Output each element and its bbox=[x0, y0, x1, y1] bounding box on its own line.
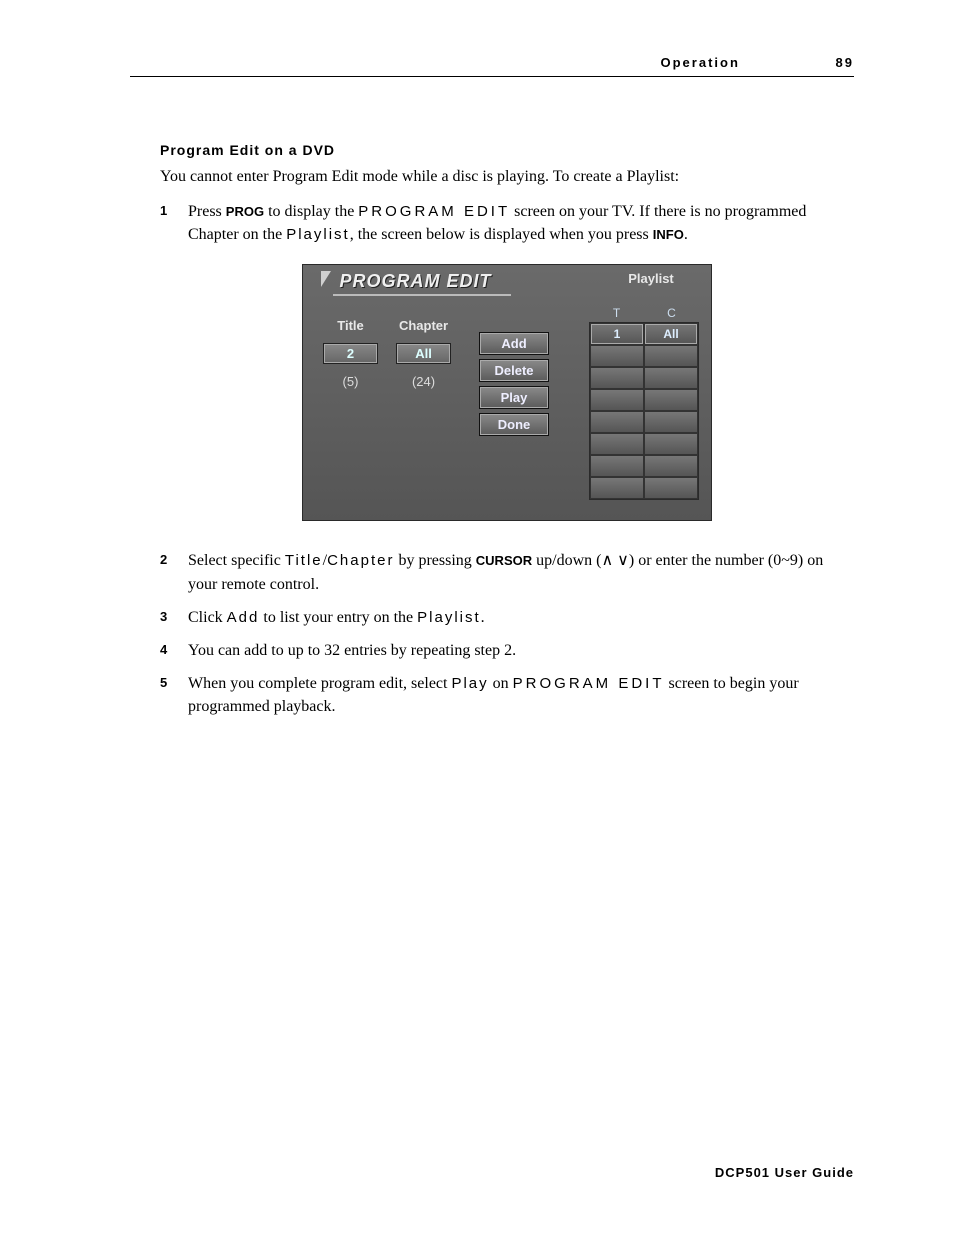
playlist-cell-c: All bbox=[644, 323, 698, 345]
key-prog: PROG bbox=[226, 204, 264, 219]
playlist-col-c: C bbox=[644, 304, 699, 322]
playlist-cell-t: 1 bbox=[590, 323, 644, 345]
steps-list-cont: 2 Select specific Title/Chapter by press… bbox=[160, 549, 854, 718]
playlist-row[interactable]: 1 All bbox=[590, 323, 698, 345]
step-body: You can add to up to 32 entries by repea… bbox=[188, 639, 854, 662]
title-column: Title 2 (5) bbox=[323, 318, 378, 500]
osd-program-edit: PROGRAM EDIT bbox=[358, 203, 510, 220]
osd-program-edit: PROGRAM EDIT bbox=[513, 675, 665, 692]
osd-add: Add bbox=[227, 609, 260, 626]
step-body: Press PROG to display the PROGRAM EDIT s… bbox=[188, 200, 854, 246]
play-button[interactable]: Play bbox=[479, 386, 549, 409]
playlist-row[interactable] bbox=[590, 367, 698, 389]
playlist-row[interactable] bbox=[590, 433, 698, 455]
playlist-row[interactable] bbox=[590, 389, 698, 411]
chapter-input[interactable]: All bbox=[396, 343, 451, 364]
header-section: Operation bbox=[661, 55, 740, 70]
playlist-row[interactable] bbox=[590, 411, 698, 433]
playlist-row[interactable] bbox=[590, 345, 698, 367]
step-2: 2 Select specific Title/Chapter by press… bbox=[160, 549, 854, 595]
playlist-label: Playlist bbox=[591, 265, 711, 290]
page-content: Program Edit on a DVD You cannot enter P… bbox=[130, 142, 854, 719]
chapter-count: (24) bbox=[396, 374, 451, 389]
step-number: 2 bbox=[160, 549, 188, 570]
playlist-row[interactable] bbox=[590, 455, 698, 477]
step-body: Select specific Title/Chapter by pressin… bbox=[188, 549, 854, 595]
title-input[interactable]: 2 bbox=[323, 343, 378, 364]
key-info: INFO bbox=[653, 227, 684, 242]
step-body: Click Add to list your entry on the Play… bbox=[188, 606, 854, 629]
section-heading: Program Edit on a DVD bbox=[160, 142, 854, 158]
add-button[interactable]: Add bbox=[479, 332, 549, 355]
osd-chapter: Chapter bbox=[327, 552, 394, 569]
step-4: 4 You can add to up to 32 entries by rep… bbox=[160, 639, 854, 662]
osd-playlist: Playlist bbox=[417, 609, 481, 626]
playlist-col-t: T bbox=[589, 304, 644, 322]
osd-playlist: Playlist bbox=[286, 226, 350, 243]
program-edit-screenshot: PROGRAM EDIT Playlist Title 2 (5) Chapte… bbox=[302, 264, 712, 521]
header-page-number: 89 bbox=[836, 55, 854, 70]
title-header: Title bbox=[323, 318, 378, 333]
steps-list: 1 Press PROG to display the PROGRAM EDIT… bbox=[160, 200, 854, 246]
footer-guide: DCP501 User Guide bbox=[715, 1165, 854, 1180]
step-1: 1 Press PROG to display the PROGRAM EDIT… bbox=[160, 200, 854, 246]
osd-title: Title bbox=[285, 552, 323, 569]
osd-play: Play bbox=[451, 675, 488, 692]
page-header: Operation 89 bbox=[130, 55, 854, 77]
playlist-panel: T C 1 All bbox=[589, 304, 699, 500]
title-flag-icon bbox=[321, 271, 331, 287]
delete-button[interactable]: Delete bbox=[479, 359, 549, 382]
chapter-column: Chapter All (24) bbox=[396, 318, 451, 500]
screenshot-title: PROGRAM EDIT bbox=[333, 271, 511, 296]
title-count: (5) bbox=[323, 374, 378, 389]
intro-text: You cannot enter Program Edit mode while… bbox=[160, 168, 854, 186]
step-number: 3 bbox=[160, 606, 188, 627]
step-number: 1 bbox=[160, 200, 188, 221]
step-number: 5 bbox=[160, 672, 188, 693]
done-button[interactable]: Done bbox=[479, 413, 549, 436]
chapter-header: Chapter bbox=[396, 318, 451, 333]
step-number: 4 bbox=[160, 639, 188, 660]
step-5: 5 When you complete program edit, select… bbox=[160, 672, 854, 718]
key-cursor: CURSOR bbox=[476, 553, 532, 568]
step-body: When you complete program edit, select P… bbox=[188, 672, 854, 718]
playlist-row[interactable] bbox=[590, 477, 698, 499]
step-3: 3 Click Add to list your entry on the Pl… bbox=[160, 606, 854, 629]
